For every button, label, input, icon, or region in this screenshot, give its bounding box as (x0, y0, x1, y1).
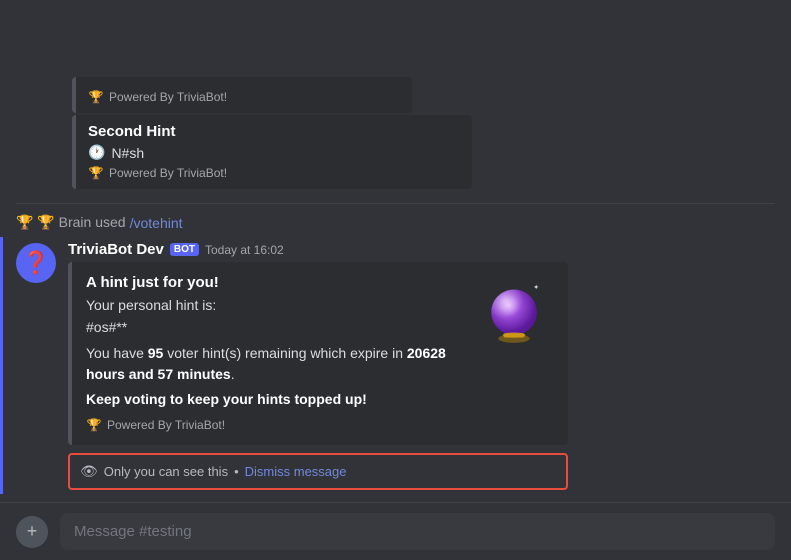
top-section: 🏆 Powered By TriviaBot! Second Hint 🕐 N#… (0, 77, 791, 191)
vote-embed-text: A hint just for you! Your personal hint … (86, 274, 462, 433)
second-hint-value: 🕐 N#sh (88, 144, 460, 161)
message-content: TriviaBot Dev BOT Today at 16:02 A hint … (68, 241, 775, 490)
eye-icon: 👁 (80, 463, 98, 480)
system-command-line: 🏆 🏆 Brain used /votehint (0, 212, 791, 233)
add-button[interactable]: + (16, 516, 48, 548)
crystal-ball-image: ✦ ✦ · (474, 274, 554, 354)
crystal-ball-svg: ✦ ✦ · (479, 279, 549, 349)
svg-text:✦: ✦ (533, 284, 539, 292)
votes-remaining: 95 (148, 345, 164, 361)
chat-area: 🏆 Powered By TriviaBot! Second Hint 🕐 N#… (0, 0, 791, 502)
vote-footer-text: Powered By TriviaBot! (107, 418, 225, 432)
bot-message-row: ❓ TriviaBot Dev BOT Today at 16:02 A hin… (0, 237, 791, 494)
second-hint-footer-text: Powered By TriviaBot! (109, 166, 227, 180)
vote-embed-subtitle: Your personal hint is: (86, 297, 462, 313)
command-name: /votehint (130, 215, 183, 231)
ephemeral-notice: 👁 Only you can see this • Dismiss messag… (68, 453, 568, 490)
second-hint-text: N#sh (111, 145, 144, 161)
second-hint-footer: 🏆 Powered By TriviaBot! (88, 165, 460, 181)
vote-hint-code: #os#** (86, 319, 462, 335)
vote-desc-3: . (231, 366, 235, 382)
message-timestamp: Today at 16:02 (205, 243, 284, 257)
vote-embed-inner: A hint just for you! Your personal hint … (86, 274, 554, 433)
clock-icon: 🕐 (88, 144, 105, 161)
system-icon: 🏆 (16, 214, 33, 230)
input-area: + Message #testing (0, 502, 791, 560)
vote-trophy-icon: 🏆 (86, 417, 102, 433)
ephemeral-separator: • (234, 464, 239, 479)
bot-badge: BOT (170, 243, 199, 256)
second-hint-title: Second Hint (88, 123, 460, 140)
system-message-prefix: 🏆 🏆 Brain used (16, 214, 126, 231)
dismiss-link[interactable]: Dismiss message (245, 464, 347, 479)
top-partial-footer-text: Powered By TriviaBot! (109, 90, 227, 104)
ephemeral-text: Only you can see this (104, 464, 228, 479)
second-hint-embed: Second Hint 🕐 N#sh 🏆 Powered By TriviaBo… (72, 115, 472, 189)
message-divider (16, 203, 775, 204)
message-header: TriviaBot Dev BOT Today at 16:02 (68, 241, 775, 258)
top-partial-footer: 🏆 Powered By TriviaBot! (88, 89, 400, 105)
system-user: 🏆 Brain used (37, 214, 125, 230)
vote-embed-title: A hint just for you! (86, 274, 462, 291)
avatar-emoji: ❓ (22, 250, 49, 276)
top-partial-embed: 🏆 Powered By TriviaBot! (72, 77, 412, 113)
second-hint-trophy-icon: 🏆 (88, 165, 104, 181)
trophy-icon: 🏆 (88, 89, 104, 105)
bot-username: TriviaBot Dev (68, 241, 164, 258)
vote-footer: 🏆 Powered By TriviaBot! (86, 417, 462, 433)
vote-cta: Keep voting to keep your hints topped up… (86, 391, 462, 407)
message-input[interactable]: Message #testing (60, 513, 775, 550)
vote-description: You have 95 voter hint(s) remaining whic… (86, 343, 462, 385)
bot-avatar: ❓ (16, 243, 56, 283)
vote-desc-1: You have (86, 345, 148, 361)
vote-hint-embed: A hint just for you! Your personal hint … (68, 262, 568, 445)
vote-desc-2: voter hint(s) remaining which expire in (163, 345, 407, 361)
message-row-wrapper: ❓ TriviaBot Dev BOT Today at 16:02 A hin… (0, 237, 791, 494)
